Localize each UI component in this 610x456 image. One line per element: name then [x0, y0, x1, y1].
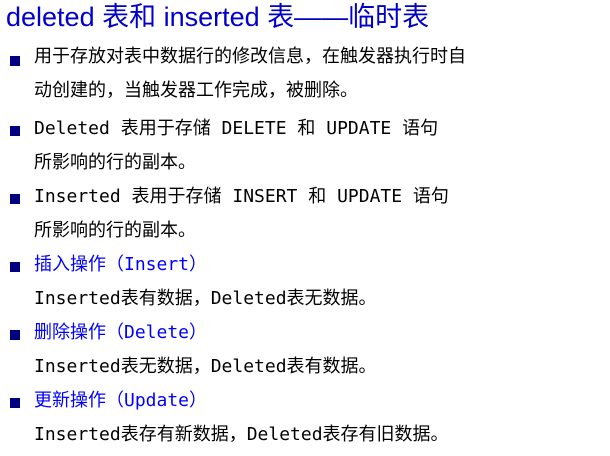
bullet-line: Inserted表无数据，Deleted表有数据。	[34, 356, 377, 377]
bullet-item-description: 用于存放对表中数据行的修改信息，在触发器执行时自 动创建的，当触发器工作完成，被…	[0, 40, 610, 108]
bullet-item-delete-operation: 删除操作（Delete） Inserted表无数据，Deleted表有数据。	[0, 316, 610, 384]
square-bullet-icon	[10, 398, 20, 408]
bullet-line: 所影响的行的副本。	[34, 152, 196, 173]
bullet-line: Inserted表有数据，Deleted表无数据。	[34, 288, 377, 309]
square-bullet-icon	[10, 194, 20, 204]
square-bullet-icon	[10, 330, 20, 340]
bullet-line: 动创建的，当触发器工作完成，被删除。	[34, 80, 358, 101]
bullet-line: 所影响的行的副本。	[34, 220, 196, 241]
operation-heading: 插入操作（Insert）	[34, 254, 208, 275]
bullet-line: Deleted 表用于存储 DELETE 和 UPDATE 语句	[34, 118, 439, 139]
bullet-item-inserted-table: Inserted 表用于存储 INSERT 和 UPDATE 语句 所影响的行的…	[0, 180, 610, 248]
bullet-line: Inserted表存有新数据，Deleted表存有旧数据。	[34, 424, 449, 445]
bullet-line: Inserted 表用于存储 INSERT 和 UPDATE 语句	[34, 186, 449, 207]
square-bullet-icon	[10, 126, 20, 136]
bullet-item-deleted-table: Deleted 表用于存储 DELETE 和 UPDATE 语句 所影响的行的副…	[0, 112, 610, 180]
square-bullet-icon	[10, 262, 20, 272]
slide: deleted 表和 inserted 表——临时表 用于存放对表中数据行的修改…	[0, 0, 610, 456]
bullet-item-update-operation: 更新操作（Update） Inserted表存有新数据，Deleted表存有旧数…	[0, 384, 610, 452]
slide-title: deleted 表和 inserted 表——临时表	[6, 2, 430, 32]
square-bullet-icon	[10, 56, 20, 66]
operation-heading: 删除操作（Delete）	[34, 322, 208, 343]
operation-heading: 更新操作（Update）	[34, 390, 208, 411]
bullet-line: 用于存放对表中数据行的修改信息，在触发器执行时自	[34, 46, 466, 67]
bullet-item-insert-operation: 插入操作（Insert） Inserted表有数据，Deleted表无数据。	[0, 248, 610, 316]
